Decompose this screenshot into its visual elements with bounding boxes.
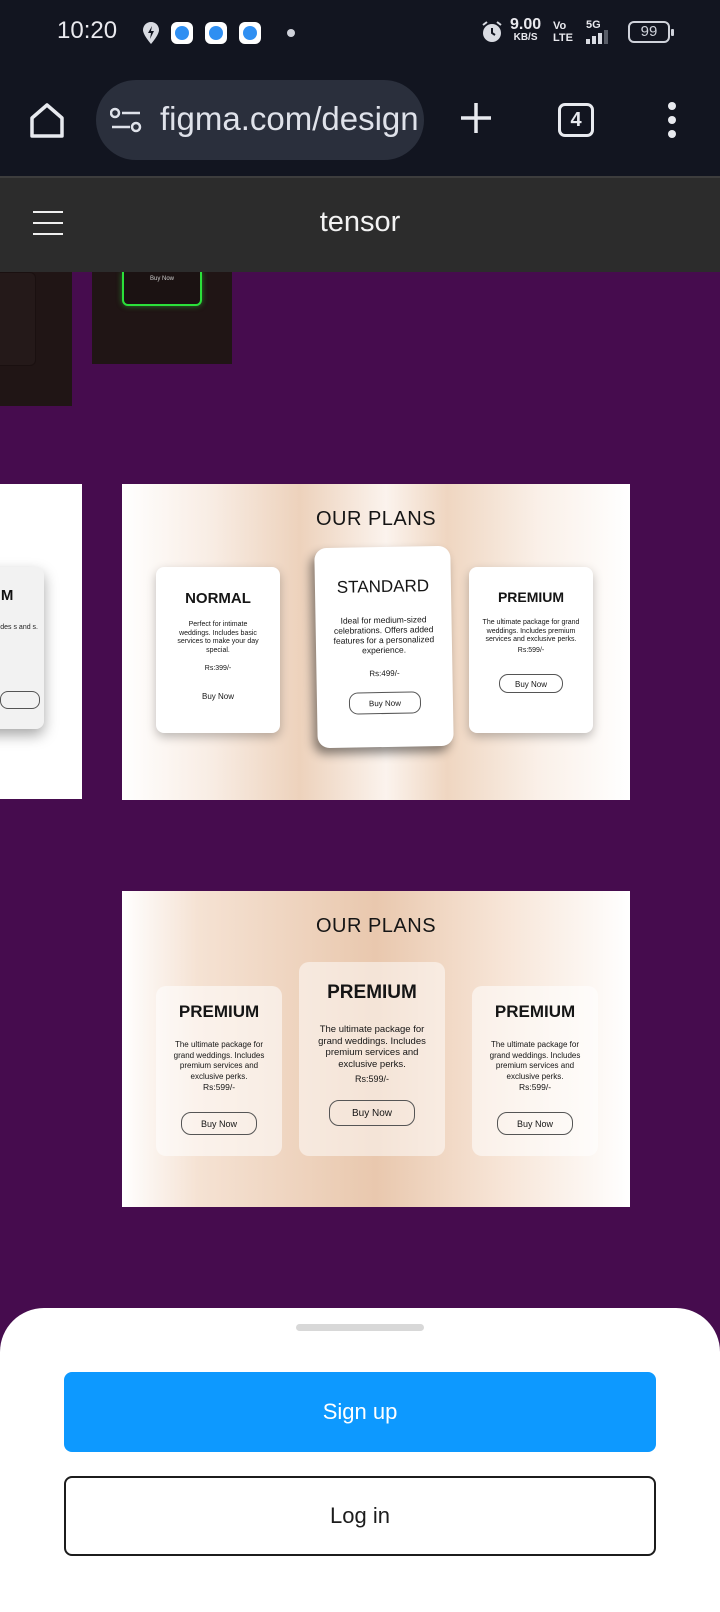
plan-card-premium[interactable]: PREMIUM The ultimate package for grand w… [469,567,593,733]
plan-description: age for ludes s and s. [0,624,38,631]
auth-bottom-sheet: Sign up Log in [0,1308,720,1612]
net-speed: 9.00 KB/S [510,16,542,44]
plan-description: Ideal for medium-sized celebrations. Off… [333,614,435,656]
buy-now-label: Buy Now [149,276,174,282]
sign-up-button[interactable]: Sign up [64,1372,656,1452]
plan-description: The ultimate package for grand weddings.… [173,1040,265,1081]
buy-now-button[interactable]: Buy Now [329,1100,415,1126]
plan-card-premium[interactable]: PREMIUM The ultimate package for grand w… [156,986,282,1156]
plan-title: STANDARD [336,576,430,597]
plan-price: Rs:599/- [517,646,545,654]
plans-frame-partial[interactable]: UM age for ludes s and s. [0,484,82,799]
plan-description: Perfect for intimate weddings. Includes … [177,621,259,654]
plan-price: Rs:399/- [204,665,232,672]
tab-switcher-icon[interactable]: 4 [558,103,594,137]
browser-toolbar: figma.com/design 4 [0,68,720,176]
alarm-icon [482,21,502,42]
plan-price: Rs:599/- [354,1074,389,1084]
plans-heading: OUR PLANS [315,915,437,937]
clock: 10:20 [57,17,118,44]
plan-title: UM [0,587,14,604]
buy-now-button[interactable]: Buy Now [497,1112,573,1135]
plan-card-normal[interactable]: NORMAL Perfect for intimate weddings. In… [156,567,280,733]
app-notification-icon [205,22,227,44]
plans-frame[interactable]: OUR PLANS PREMIUM The ultimate package f… [122,891,630,1207]
buy-now-button[interactable]: Buy Now [348,691,422,715]
plan-description: The ultimate package for grand weddings.… [482,619,580,643]
plans-frame[interactable]: OUR PLANS NORMAL Perfect for intimate we… [122,484,630,800]
file-title[interactable]: tensor [0,206,720,239]
plan-title: NORMAL [185,590,251,607]
app-notification-icon [171,22,193,44]
plan-price: Rs:499/- [369,668,400,679]
app-notification-icon [239,22,261,44]
plan-card-premium[interactable]: PREMIUM The ultimate package for grand w… [299,962,445,1156]
location-icon [143,22,159,44]
new-tab-icon[interactable] [458,100,494,136]
plan-title: PREMIUM [327,982,417,1003]
plan-title: PREMIUM [497,589,565,605]
figma-header: tensor [0,176,720,272]
dark-frame[interactable] [0,272,72,406]
battery-icon: 99 [628,21,674,43]
buy-now-button[interactable]: Buy Now [499,673,563,693]
plan-card-standard[interactable]: STANDARD Ideal for medium-sized celebrat… [314,545,454,749]
plan-price: Rs:599/- [202,1082,236,1092]
plan-title: PREMIUM [178,1002,260,1021]
decorative-ring [0,306,6,318]
log-in-button[interactable]: Log in [64,1476,656,1556]
more-dot-icon [287,29,295,37]
plan-description: The ultimate package for grand weddings.… [318,1024,426,1070]
site-settings-icon[interactable] [110,107,142,133]
drag-handle[interactable] [296,1324,424,1331]
buy-now-button[interactable] [0,691,40,709]
plan-price: Rs:599/- [518,1082,552,1092]
plan-card-premium[interactable]: PREMIUM The ultimate package for grand w… [472,986,598,1156]
home-icon[interactable] [27,100,67,140]
volte-indicator: Vo LTE [553,20,573,44]
plan-description: The ultimate package for grand weddings.… [489,1040,581,1081]
buy-now-button[interactable]: Buy Now [202,690,234,703]
url-bar[interactable]: figma.com/design [96,80,424,160]
plans-heading: OUR PLANS [315,508,437,530]
plan-title: PREMIUM [494,1002,576,1021]
url-text[interactable]: figma.com/design [160,100,419,138]
buy-now-button[interactable]: Buy Now [181,1112,257,1135]
plan-card[interactable]: UM age for ludes s and s. [0,567,44,729]
status-bar: 10:20 9.00 KB/S Vo LTE 5G 99 [0,0,720,68]
overflow-menu-icon[interactable] [662,100,682,140]
dark-plan-card[interactable]: Buy Now [122,272,202,306]
signal-icon [586,30,608,44]
dark-frame[interactable]: Buy Now [92,272,232,364]
